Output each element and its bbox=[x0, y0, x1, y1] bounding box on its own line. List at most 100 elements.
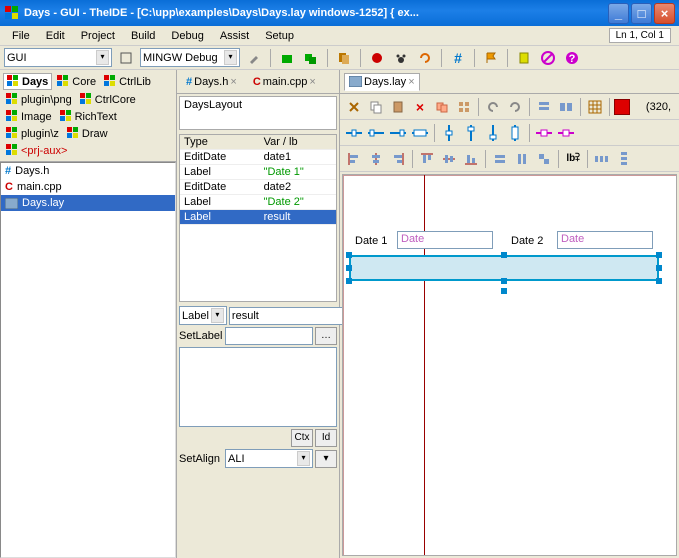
resize-handle[interactable] bbox=[501, 278, 507, 284]
text-area[interactable] bbox=[179, 347, 337, 427]
grid-row[interactable]: EditDatedate2 bbox=[180, 180, 336, 195]
settings-icon[interactable] bbox=[116, 48, 136, 68]
calc-icon[interactable] bbox=[514, 48, 534, 68]
menu-project[interactable]: Project bbox=[73, 28, 123, 44]
layout-name-box[interactable]: DaysLayout bbox=[179, 96, 337, 130]
pkg-days[interactable]: Days bbox=[3, 73, 52, 90]
pkg-image[interactable]: Image bbox=[3, 109, 55, 124]
file-days-lay[interactable]: Days.lay bbox=[1, 195, 175, 211]
align-hcenter-icon[interactable] bbox=[366, 149, 386, 169]
spring-h4-icon[interactable] bbox=[410, 123, 430, 143]
grid-icon[interactable] bbox=[585, 97, 605, 117]
design-canvas[interactable]: Date 1 Date Date 2 Date bbox=[342, 174, 677, 556]
align-right-icon[interactable] bbox=[388, 149, 408, 169]
spring-h1-icon[interactable] bbox=[344, 123, 364, 143]
label-date2[interactable]: Date 2 bbox=[511, 235, 543, 247]
label-align-icon[interactable]: lb⫀ bbox=[563, 149, 583, 169]
align-left-icon[interactable] bbox=[344, 149, 364, 169]
spring-v2-icon[interactable] bbox=[461, 123, 481, 143]
resize-handle[interactable] bbox=[346, 265, 352, 271]
align-bottom-icon[interactable] bbox=[461, 149, 481, 169]
setalign-combo[interactable]: ALI▾ bbox=[225, 449, 313, 468]
spring-v4-icon[interactable] bbox=[505, 123, 525, 143]
resize-handle[interactable] bbox=[656, 265, 662, 271]
wrench-icon[interactable] bbox=[244, 48, 264, 68]
pkg-core[interactable]: Core bbox=[54, 73, 99, 90]
file-days-h[interactable]: #Days.h bbox=[1, 163, 175, 179]
paw-icon[interactable] bbox=[391, 48, 411, 68]
tab-days-h[interactable]: #Days.h× bbox=[181, 73, 242, 91]
setlabel-input[interactable] bbox=[225, 327, 313, 345]
cut-icon[interactable] bbox=[344, 97, 364, 117]
color-swatch[interactable] bbox=[614, 99, 630, 115]
undo-icon[interactable] bbox=[483, 97, 503, 117]
field-date2[interactable]: Date bbox=[557, 231, 653, 249]
dist-v-icon[interactable] bbox=[614, 149, 634, 169]
pkg-richtext[interactable]: RichText bbox=[57, 109, 120, 124]
redo-icon[interactable] bbox=[505, 97, 525, 117]
resize-handle[interactable] bbox=[501, 252, 507, 258]
resize-handle[interactable] bbox=[656, 252, 662, 258]
flag-icon[interactable] bbox=[481, 48, 501, 68]
paste-icon[interactable] bbox=[388, 97, 408, 117]
spring-v3-icon[interactable] bbox=[483, 123, 503, 143]
resize-handle[interactable] bbox=[656, 278, 662, 284]
same-height-icon[interactable] bbox=[512, 149, 532, 169]
close-icon[interactable]: × bbox=[309, 76, 315, 88]
buildmode-combo[interactable]: MINGW Debug ▾ bbox=[140, 48, 240, 67]
file-main-cpp[interactable]: Cmain.cpp bbox=[1, 179, 175, 195]
duplicate-icon[interactable] bbox=[432, 97, 452, 117]
help-icon[interactable]: ? bbox=[562, 48, 582, 68]
minimize-button[interactable]: _ bbox=[608, 3, 629, 24]
refresh-icon[interactable] bbox=[415, 48, 435, 68]
resize-handle[interactable] bbox=[346, 252, 352, 258]
align-icon[interactable] bbox=[534, 97, 554, 117]
stop-icon[interactable] bbox=[367, 48, 387, 68]
menu-file[interactable]: File bbox=[4, 28, 38, 44]
field-date1[interactable]: Date bbox=[397, 231, 493, 249]
dist-h-icon[interactable] bbox=[592, 149, 612, 169]
copy2-icon[interactable] bbox=[366, 97, 386, 117]
grid-row[interactable]: Label"Date 1" bbox=[180, 165, 336, 180]
label-date1[interactable]: Date 1 bbox=[355, 235, 387, 247]
delete-icon[interactable]: × bbox=[410, 97, 430, 117]
spring-v1-icon[interactable] bbox=[439, 123, 459, 143]
type-combo[interactable]: Label▾ bbox=[179, 306, 227, 325]
menu-build[interactable]: Build bbox=[123, 28, 163, 44]
spring-auto2-icon[interactable] bbox=[556, 123, 576, 143]
assembly-combo[interactable]: GUI ▾ bbox=[4, 48, 112, 67]
resize-handle[interactable] bbox=[346, 278, 352, 284]
scroll-down-button[interactable]: ▾ bbox=[315, 450, 337, 468]
same-width-icon[interactable] bbox=[490, 149, 510, 169]
pkg-ctrllib[interactable]: CtrlLib bbox=[101, 73, 154, 90]
pkg-draw[interactable]: Draw bbox=[64, 126, 111, 141]
spring-h2-icon[interactable] bbox=[366, 123, 386, 143]
pkg-pluginz[interactable]: plugin\z bbox=[3, 126, 62, 141]
tab-days-lay[interactable]: Days.lay× bbox=[344, 73, 420, 91]
menu-debug[interactable]: Debug bbox=[163, 28, 211, 44]
pkg-prjaux[interactable]: <prj-aux> bbox=[3, 143, 70, 158]
spring-h3-icon[interactable] bbox=[388, 123, 408, 143]
ellipsis-button[interactable]: … bbox=[315, 327, 337, 345]
resize-handle[interactable] bbox=[501, 288, 507, 294]
id-button[interactable]: Id bbox=[315, 429, 337, 447]
grid-row[interactable]: Label"Date 2" bbox=[180, 195, 336, 210]
same-size-icon[interactable] bbox=[534, 149, 554, 169]
close-icon[interactable]: × bbox=[230, 76, 236, 88]
close-icon[interactable]: × bbox=[408, 76, 414, 88]
widget-grid[interactable]: TypeVar / lb EditDatedate1 Label"Date 1"… bbox=[179, 134, 337, 302]
grid-row[interactable]: EditDatedate1 bbox=[180, 150, 336, 165]
pkg-pluginpng[interactable]: plugin\png bbox=[3, 92, 75, 107]
close-button[interactable]: × bbox=[654, 3, 675, 24]
grid-row-selected[interactable]: Labelresult bbox=[180, 210, 336, 225]
menu-edit[interactable]: Edit bbox=[38, 28, 73, 44]
hash-icon[interactable]: # bbox=[448, 48, 468, 68]
matrix-icon[interactable] bbox=[454, 97, 474, 117]
align-vcenter-icon[interactable] bbox=[439, 149, 459, 169]
align-top-icon[interactable] bbox=[417, 149, 437, 169]
maximize-button[interactable]: □ bbox=[631, 3, 652, 24]
tab-main-cpp[interactable]: Cmain.cpp× bbox=[248, 73, 321, 91]
menu-assist[interactable]: Assist bbox=[212, 28, 257, 44]
cancel-icon[interactable] bbox=[538, 48, 558, 68]
ctx-button[interactable]: Ctx bbox=[291, 429, 313, 447]
